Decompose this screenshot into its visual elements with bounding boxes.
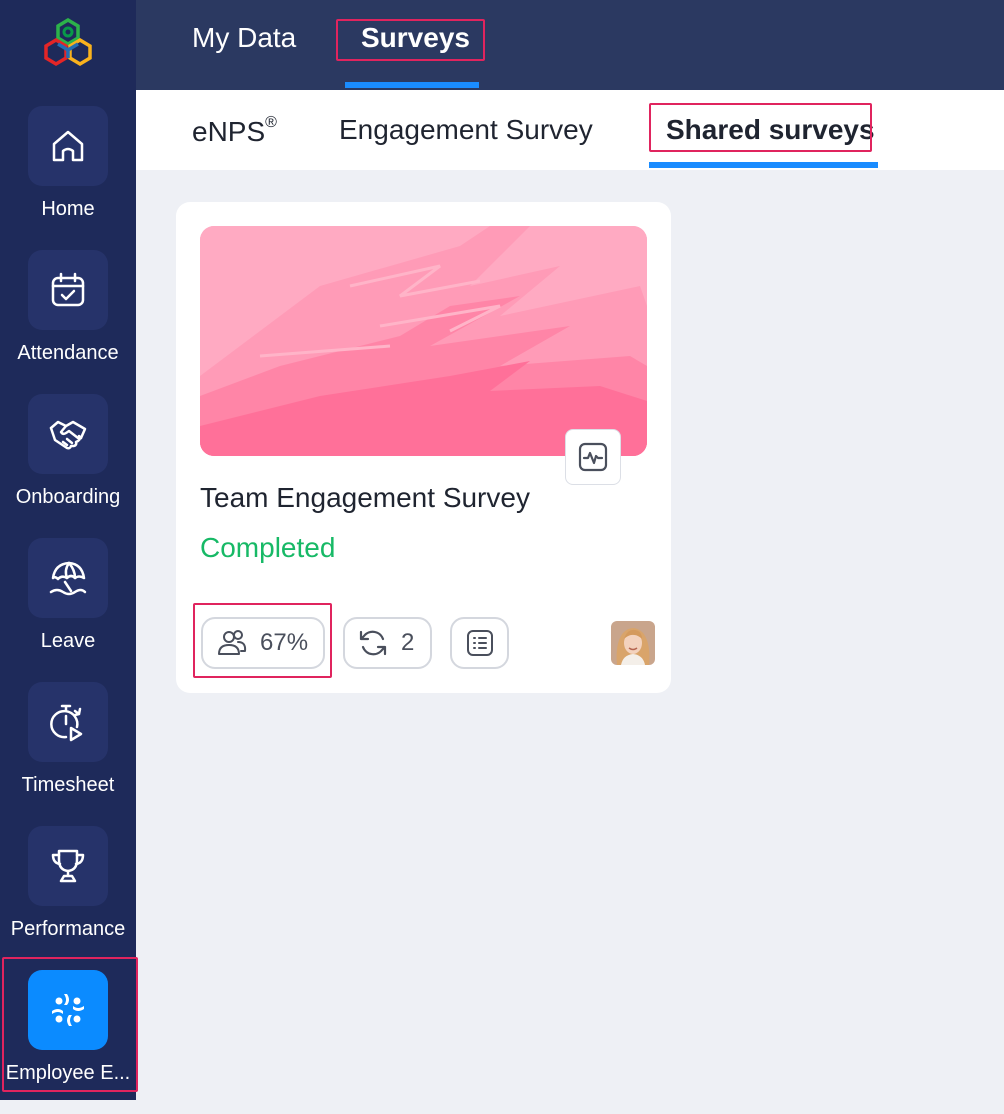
list-icon [466,630,493,656]
active-subtab-indicator [649,162,878,168]
tab-enps[interactable]: eNPS® [192,114,277,148]
top-navigation: My Data Surveys [136,0,1004,90]
survey-status: Completed [200,532,336,563]
calendar-check-icon [28,250,108,330]
sidebar-item-attendance[interactable]: Attendance [0,250,136,394]
refresh-icon [359,630,387,656]
tab-surveys[interactable]: Surveys [361,22,470,54]
participation-value: 67% [260,629,309,656]
active-tab-indicator [345,82,479,88]
stopwatch-play-icon [28,682,108,762]
sidebar-item-employee-engagement[interactable]: Employee E... [0,970,136,1114]
trophy-icon [28,826,108,906]
sidebar-item-label: Attendance [17,342,119,364]
app-logo-icon[interactable] [42,17,94,68]
beach-umbrella-icon [28,538,108,618]
tab-engagement-survey[interactable]: Engagement Survey [339,114,593,146]
activity-chart-icon [578,442,608,472]
engagement-icon [28,970,108,1050]
home-icon [28,106,108,186]
participants-icon [218,630,247,655]
sidebar-item-label: Performance [10,918,126,940]
sidebar-item-onboarding[interactable]: Onboarding [0,394,136,538]
sidebar-item-label: Timesheet [21,774,115,796]
tab-enps-label: eNPS [192,116,266,147]
cycles-value: 2 [401,629,415,656]
sidebar-item-leave[interactable]: Leave [0,538,136,682]
survey-title[interactable]: Team Engagement Survey [200,482,530,514]
details-button[interactable] [450,617,509,669]
sub-navigation: eNPS® Engagement Survey Shared surveys [136,90,1004,170]
sidebar-item-label: Onboarding [15,486,121,508]
survey-banner-image [200,226,647,456]
sidebar-item-home[interactable]: Home [0,106,136,250]
tab-my-data[interactable]: My Data [192,22,296,54]
analytics-button[interactable] [565,429,621,485]
sidebar-item-label: Leave [40,630,96,652]
sidebar-item-timesheet[interactable]: Timesheet [0,682,136,826]
sidebar-item-label: Home [41,198,95,220]
sidebar: Home Attendance Onboarding Leave Timeshe… [0,0,138,1100]
sidebar-item-label: Employee E... [5,1062,131,1084]
sidebar-item-performance[interactable]: Performance [0,826,136,970]
participation-chip[interactable]: 67% [201,617,325,669]
cycles-chip[interactable]: 2 [343,617,432,669]
avatar[interactable] [611,621,655,665]
registered-mark: ® [265,114,277,131]
tab-shared-surveys[interactable]: Shared surveys [666,114,875,146]
handshake-icon [28,394,108,474]
